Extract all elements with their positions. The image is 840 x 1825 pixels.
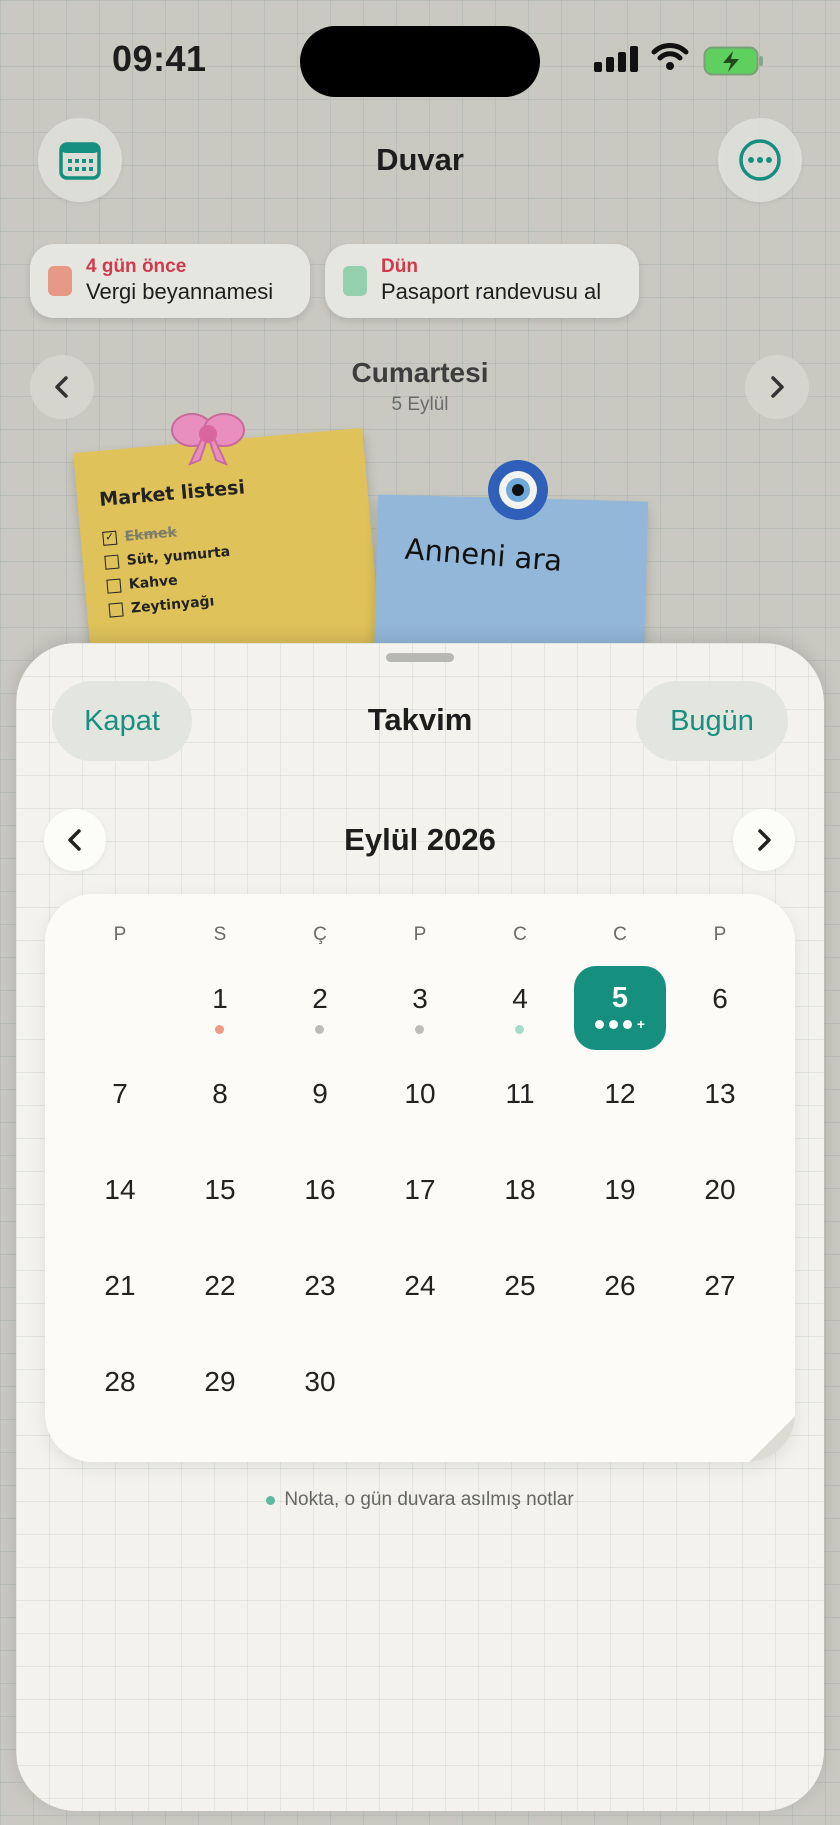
wifi-icon bbox=[651, 43, 689, 70]
reminder-title: Pasaport randevusu al bbox=[381, 279, 602, 304]
calendar-day[interactable]: 14 bbox=[80, 1174, 160, 1206]
reminder-when: Dün bbox=[381, 256, 418, 277]
calendar-day[interactable]: 19 bbox=[580, 1174, 660, 1206]
weekday-label: P bbox=[413, 924, 427, 945]
weekday-label: S bbox=[213, 924, 227, 945]
note-dots: + bbox=[574, 1016, 666, 1032]
more-horizontal-icon bbox=[739, 139, 781, 181]
calendar-day[interactable]: 15 bbox=[180, 1174, 260, 1206]
calendar-day[interactable]: 20 bbox=[680, 1174, 760, 1206]
reminder-color-swatch bbox=[48, 266, 72, 296]
note-dot bbox=[315, 1025, 324, 1034]
today-button[interactable]: Bugün bbox=[636, 681, 788, 761]
day-date: 5 Eylül bbox=[391, 394, 449, 415]
calendar-day[interactable]: 25 bbox=[480, 1270, 560, 1302]
calendar-day[interactable]: 13 bbox=[680, 1078, 760, 1110]
status-time: 09:41 bbox=[112, 38, 207, 79]
checkbox-icon bbox=[108, 602, 124, 618]
calendar-day[interactable]: 9 bbox=[280, 1078, 360, 1110]
calendar-day[interactable]: 21 bbox=[80, 1270, 160, 1302]
note-title: Market listesi bbox=[98, 476, 246, 511]
chevron-right-icon bbox=[771, 376, 784, 398]
note-dot bbox=[415, 1025, 424, 1034]
calendar-day[interactable]: 4 bbox=[480, 983, 560, 1015]
calendar-day[interactable]: 27 bbox=[680, 1270, 760, 1302]
reminder-when: 4 gün önce bbox=[86, 256, 187, 277]
more-notes-indicator: + bbox=[636, 1016, 646, 1032]
calendar-day-selected[interactable]: 5 + bbox=[574, 966, 666, 1050]
more-button[interactable] bbox=[718, 118, 802, 202]
calendar-day[interactable]: 28 bbox=[80, 1366, 160, 1398]
legend-dot bbox=[266, 1495, 276, 1505]
weekday-label: C bbox=[513, 924, 527, 945]
sheet-grabber[interactable] bbox=[386, 653, 454, 662]
calendar-day[interactable]: 22 bbox=[180, 1270, 260, 1302]
legend-text: Nokta, o gün duvara asılmış notlar bbox=[284, 1489, 574, 1510]
month-title: Eylül 2026 bbox=[344, 822, 496, 857]
calendar-day[interactable]: 11 bbox=[480, 1078, 560, 1110]
next-month-button[interactable] bbox=[733, 809, 795, 871]
evil-eye-pin-icon bbox=[488, 460, 548, 520]
selected-day-number: 5 bbox=[611, 982, 629, 1014]
weekday-label: P bbox=[713, 924, 727, 945]
page-curl bbox=[749, 1416, 795, 1462]
signal-icon bbox=[594, 46, 638, 72]
calendar-day[interactable]: 1 bbox=[180, 983, 260, 1015]
checkbox-icon bbox=[104, 554, 120, 570]
calendar-day[interactable]: 6 bbox=[680, 983, 760, 1015]
checkbox-icon bbox=[106, 578, 122, 594]
bow-pin-icon bbox=[171, 413, 245, 466]
weekday-label: P bbox=[113, 924, 127, 945]
battery-charging-icon bbox=[703, 46, 763, 76]
calendar-day[interactable]: 7 bbox=[80, 1078, 160, 1110]
note-title: Anneni ara bbox=[403, 531, 564, 578]
calendar-day[interactable]: 24 bbox=[380, 1270, 460, 1302]
weekday-label: C bbox=[613, 924, 627, 945]
next-day-button[interactable] bbox=[745, 355, 809, 419]
calendar-day[interactable]: 23 bbox=[280, 1270, 360, 1302]
chevron-right-icon bbox=[758, 829, 771, 851]
reminder-chip[interactable]: Dün Pasaport randevusu al bbox=[325, 244, 639, 318]
calendar-day[interactable]: 2 bbox=[280, 983, 360, 1015]
note-dot bbox=[215, 1025, 224, 1034]
calendar-day[interactable]: 3 bbox=[380, 983, 460, 1015]
calendar-legend: Nokta, o gün duvara asılmış notlar bbox=[0, 1489, 840, 1511]
checkbox-checked-icon: ✓ bbox=[102, 530, 118, 546]
reminder-title: Vergi beyannamesi bbox=[86, 279, 274, 304]
calendar-day[interactable]: 17 bbox=[380, 1174, 460, 1206]
day-name: Cumartesi bbox=[351, 357, 489, 388]
calendar-day[interactable]: 26 bbox=[580, 1270, 660, 1302]
reminder-color-swatch bbox=[343, 266, 367, 296]
weekday-label: Ç bbox=[313, 924, 327, 945]
calendar-day[interactable]: 8 bbox=[180, 1078, 260, 1110]
dynamic-island bbox=[300, 26, 540, 97]
calendar-day[interactable]: 29 bbox=[180, 1366, 260, 1398]
note-dot bbox=[515, 1025, 524, 1034]
calendar-day[interactable]: 18 bbox=[480, 1174, 560, 1206]
reminder-chip[interactable]: 4 gün önce Vergi beyannamesi bbox=[30, 244, 310, 318]
calendar-day[interactable]: 30 bbox=[280, 1366, 360, 1398]
page-title: Duvar bbox=[376, 142, 464, 177]
calendar-day[interactable]: 16 bbox=[280, 1174, 360, 1206]
calendar-day[interactable]: 10 bbox=[380, 1078, 460, 1110]
calendar-day[interactable]: 12 bbox=[580, 1078, 660, 1110]
